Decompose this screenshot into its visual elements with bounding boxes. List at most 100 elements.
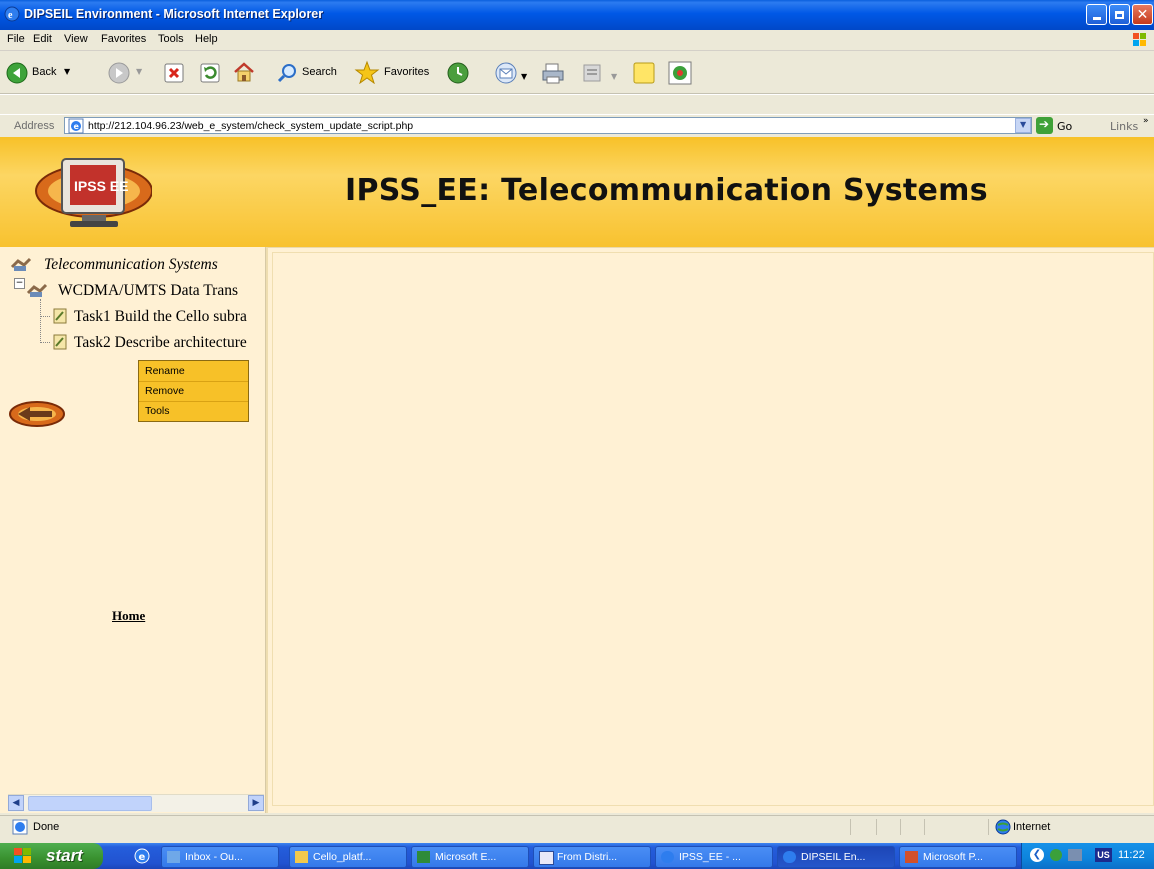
mail-dropdown-icon[interactable]: ▼	[521, 72, 527, 81]
mail-icon[interactable]	[494, 61, 520, 85]
tray-app-icon[interactable]	[1068, 849, 1082, 861]
back-button[interactable]: Back ▼	[6, 62, 98, 84]
ipss-ee-logo: IPSS EE	[32, 151, 153, 235]
tree-folder-item[interactable]: WCDMA/UMTS Data Trans	[58, 282, 238, 300]
quick-launch-ie-icon[interactable]: e	[133, 847, 151, 865]
taskbar-item-dipseil[interactable]: DIPSEIL En...	[777, 846, 895, 868]
page-icon: e	[68, 118, 84, 134]
menu-tools[interactable]: Tools	[158, 33, 184, 45]
forward-button[interactable]: ▼	[108, 62, 148, 84]
chevron-left-icon: ◀	[12, 798, 20, 808]
tree-line	[40, 342, 50, 343]
chevron-right-icon[interactable]: »	[1143, 116, 1149, 126]
favorites-button[interactable]: Favorites	[354, 60, 440, 84]
status-divider	[988, 819, 989, 835]
context-menu-label: Remove	[145, 385, 185, 397]
links-button[interactable]: Links	[1110, 120, 1138, 133]
taskbar-item-folder[interactable]: Cello_platf...	[289, 846, 407, 868]
clock[interactable]: 11:22	[1118, 849, 1145, 861]
history-icon[interactable]	[446, 61, 470, 85]
tree-task-item[interactable]: Task1 Build the Cello subra	[74, 308, 247, 326]
svg-text:e: e	[8, 10, 13, 21]
search-icon	[277, 64, 296, 83]
ie-icon	[661, 851, 674, 863]
refresh-icon[interactable]	[200, 63, 220, 83]
ie-icon: e	[4, 6, 20, 22]
tree-line	[40, 316, 50, 317]
back-dropdown-icon[interactable]: ▼	[64, 67, 70, 76]
taskbar-item-powerpoint[interactable]: Microsoft P...	[899, 846, 1017, 868]
powerpoint-icon	[905, 851, 918, 863]
context-menu-rename[interactable]: Rename	[139, 361, 248, 382]
address-bar: Address e http://212.104.96.23/web_e_sys…	[0, 114, 1154, 137]
taskbar-item-inbox[interactable]: Inbox - Ou...	[161, 846, 279, 868]
tree-task-item[interactable]: Task2 Describe architecture	[74, 334, 247, 352]
restore-icon	[1115, 10, 1124, 19]
scroll-left-button[interactable]: ◀	[8, 795, 24, 811]
chevron-down-icon: ▼	[1020, 120, 1027, 129]
window-title: DIPSEIL Environment - Microsoft Internet…	[24, 7, 324, 21]
minimize-button[interactable]	[1086, 4, 1107, 25]
menu-view[interactable]: View	[64, 33, 88, 45]
taskbar-item-label: Microsoft E...	[435, 851, 497, 863]
content-frame-border	[272, 252, 1154, 806]
taskbar-item-word[interactable]: From Distri...	[533, 846, 651, 868]
tray-collapse-icon[interactable]: ❮	[1030, 848, 1044, 862]
tree-root-item[interactable]: Telecommunication Systems	[44, 256, 218, 274]
scroll-right-button[interactable]: ▶	[248, 795, 264, 811]
search-button[interactable]: Search	[276, 62, 346, 84]
windows-logo-icon	[1124, 31, 1152, 49]
word-icon	[539, 851, 554, 865]
favorites-star-icon	[354, 60, 380, 84]
page-done-icon	[12, 819, 28, 835]
context-menu-remove[interactable]: Remove	[139, 381, 248, 402]
stop-icon[interactable]	[164, 63, 184, 83]
note-icon[interactable]	[632, 61, 656, 85]
menu-edit[interactable]: Edit	[33, 33, 52, 45]
language-indicator[interactable]: US	[1095, 848, 1112, 862]
windows-flag-icon	[14, 848, 31, 863]
context-menu: Rename Remove Tools	[138, 360, 249, 422]
messenger-icon[interactable]	[668, 61, 692, 85]
back-arrow-icon	[6, 62, 28, 84]
document-icon	[53, 308, 67, 324]
start-button[interactable]: start	[0, 843, 103, 869]
collapse-toggle-icon[interactable]: −	[14, 278, 25, 289]
scroll-thumb[interactable]	[28, 796, 152, 811]
close-button[interactable]: ✕	[1132, 4, 1153, 25]
security-zone-label: Internet	[1013, 821, 1051, 833]
home-icon[interactable]	[232, 61, 256, 83]
menu-help[interactable]: Help	[195, 33, 218, 45]
status-divider	[900, 819, 901, 835]
maximize-button[interactable]	[1109, 4, 1130, 25]
telephone-node-icon	[10, 257, 32, 271]
logo-text: IPSS EE	[74, 178, 128, 194]
window-title-bar[interactable]: e DIPSEIL Environment - Microsoft Intern…	[0, 0, 1154, 30]
address-dropdown-button[interactable]: ▼	[1015, 118, 1031, 133]
tray-network-icon[interactable]	[1050, 849, 1062, 861]
page-title: IPSS_EE: Telecommunication Systems	[345, 173, 988, 208]
horizontal-scrollbar[interactable]: ◀ ▶	[8, 794, 264, 812]
taskbar-item-ipss[interactable]: IPSS_EE - ...	[655, 846, 773, 868]
status-divider	[850, 819, 851, 835]
go-button[interactable]: ➔	[1036, 117, 1053, 134]
back-arrow-logo-icon[interactable]	[8, 399, 66, 429]
taskbar-item-label: Cello_platf...	[313, 851, 372, 863]
telephone-node-icon	[26, 283, 48, 297]
go-label[interactable]: Go	[1057, 120, 1072, 133]
menu-file[interactable]: File	[7, 33, 25, 45]
home-link[interactable]: Home	[112, 608, 145, 624]
edit-dropdown-icon: ▼	[611, 72, 618, 81]
context-menu-tools[interactable]: Tools	[139, 401, 248, 421]
outlook-icon	[167, 851, 180, 863]
toolbar-spacer	[0, 94, 1154, 115]
internet-globe-icon	[995, 819, 1011, 835]
edit-page-icon[interactable]	[582, 63, 602, 83]
print-icon[interactable]	[540, 61, 566, 85]
taskbar-item-excel[interactable]: Microsoft E...	[411, 846, 529, 868]
address-url[interactable]: http://212.104.96.23/web_e_system/check_…	[88, 120, 413, 132]
menu-favorites[interactable]: Favorites	[101, 33, 146, 45]
minimize-icon	[1092, 17, 1101, 20]
taskbar-item-label: From Distri...	[557, 851, 618, 863]
taskbar-item-label: Microsoft P...	[923, 851, 983, 863]
